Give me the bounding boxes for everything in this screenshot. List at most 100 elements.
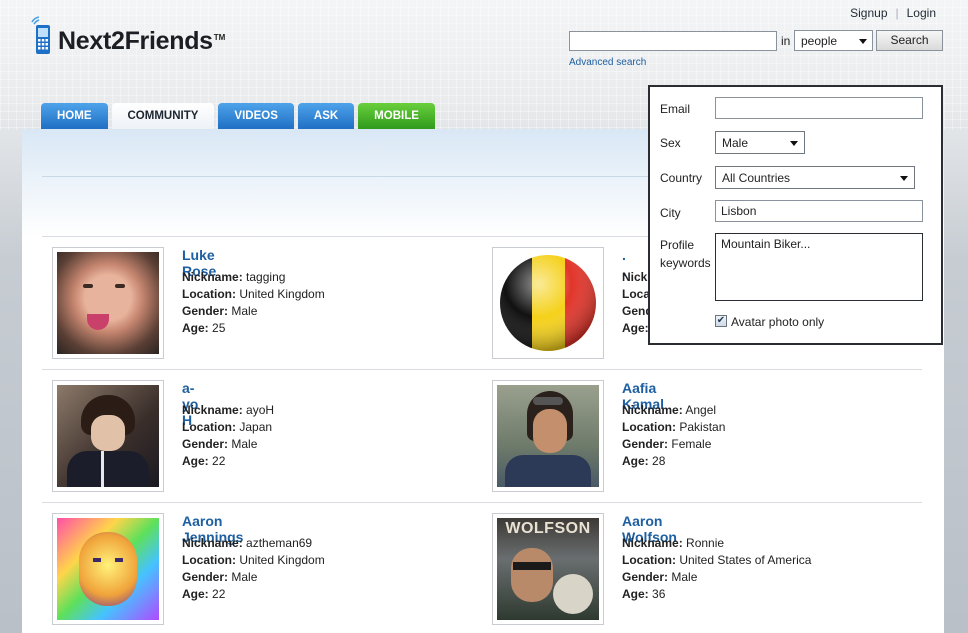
phone-logo-icon	[30, 16, 54, 56]
divider	[42, 502, 922, 503]
field-label: Nickname:	[182, 403, 243, 417]
member-avatar[interactable]	[492, 380, 604, 492]
field-label: Location:	[182, 420, 236, 434]
field-value: Ronnie	[686, 536, 725, 550]
member-location: Location: Japan	[182, 420, 272, 434]
email-label: Email	[660, 102, 691, 116]
field-label: Location:	[182, 287, 236, 301]
field-label: Nickname:	[622, 536, 683, 550]
field-value: 22	[212, 454, 226, 468]
member-avatar[interactable]: WOLFSON	[492, 513, 604, 625]
search-in-label: in	[781, 34, 791, 48]
field-value: Male	[231, 437, 258, 451]
avatar-only-label: Avatar photo only	[731, 315, 825, 329]
field-label: Gender:	[622, 570, 669, 584]
member-avatar[interactable]	[492, 247, 604, 359]
field-label: Location:	[622, 420, 676, 434]
keywords-textarea[interactable]: Mountain Biker...	[715, 233, 923, 301]
chevron-down-icon	[859, 39, 867, 44]
avatar-image	[57, 518, 159, 620]
member-location: Location: United Kingdom	[182, 553, 325, 567]
tab-home[interactable]: HOME	[41, 103, 108, 129]
account-links: Signup | Login	[850, 6, 936, 20]
link-divider: |	[895, 6, 899, 20]
field-label: Age:	[182, 321, 209, 335]
member-location: Location: United States of America	[622, 553, 811, 567]
avatar-image	[57, 385, 159, 487]
field-label: Nickname:	[622, 403, 683, 417]
field-label: Nickname:	[182, 270, 243, 284]
sex-value: Male	[722, 136, 749, 150]
login-link[interactable]: Login	[907, 6, 936, 20]
flag-badge-icon	[500, 255, 596, 351]
city-field[interactable]: Lisbon	[715, 200, 923, 222]
member-location: Location: Pakistan	[622, 420, 725, 434]
field-value: 36	[652, 587, 666, 601]
member-age: Age: 22	[182, 587, 225, 601]
field-value: ayoH	[246, 403, 275, 417]
sex-select[interactable]: Male	[715, 131, 805, 154]
member-nickname: Nickname: tagging	[182, 270, 285, 284]
site-logo[interactable]: Next2Friends TM	[30, 12, 225, 56]
advanced-search-popup: Email Sex Male Country All Countries Cit…	[648, 85, 943, 345]
signup-link[interactable]: Signup	[850, 6, 887, 20]
field-value: United Kingdom	[239, 553, 325, 567]
member-gender: Gender: Male	[182, 437, 257, 451]
member-nickname: Nickname: Angel	[622, 403, 716, 417]
search-button[interactable]: Search	[876, 30, 943, 51]
field-label: Age:	[622, 454, 649, 468]
country-label: Country	[660, 171, 703, 185]
member-age: Age: 25	[182, 321, 225, 335]
member-avatar[interactable]	[52, 513, 164, 625]
member-nickname: Nickname: Ronnie	[622, 536, 724, 550]
keywords-label: Profile	[660, 238, 695, 252]
search-scope-select[interactable]: people	[794, 30, 873, 51]
field-label: Gender:	[182, 437, 229, 451]
member-nickname: Nickname: aztheman69	[182, 536, 312, 550]
main-nav: HOME COMMUNITY VIDEOS ASK MOBILE	[41, 103, 435, 129]
avatar-image	[57, 252, 159, 354]
country-value: All Countries	[722, 171, 791, 185]
field-value: Female	[671, 437, 712, 451]
field-value: Pakistan	[679, 420, 726, 434]
field-label: Location:	[622, 553, 676, 567]
field-label: Nickname:	[182, 536, 243, 550]
chevron-down-icon	[790, 141, 798, 146]
field-value: tagging	[246, 270, 286, 284]
avatar-image	[497, 252, 599, 354]
member-avatar[interactable]	[52, 380, 164, 492]
divider	[42, 369, 922, 370]
field-label: Age:	[182, 587, 209, 601]
tab-ask[interactable]: ASK	[297, 103, 355, 129]
email-field[interactable]	[715, 97, 923, 119]
country-select[interactable]: All Countries	[715, 166, 915, 189]
sex-label: Sex	[660, 136, 681, 150]
field-label: Age:	[622, 321, 649, 335]
member-nickname: Nickname: ayoH	[182, 403, 274, 417]
keywords-label-line2: keywords	[660, 256, 711, 270]
field-value: United States of America	[679, 553, 812, 567]
member-gender: Gender: Male	[182, 570, 257, 584]
tab-mobile[interactable]: MOBILE	[358, 103, 435, 129]
advanced-search-link[interactable]: Advanced search	[569, 57, 646, 68]
field-value: 22	[212, 587, 226, 601]
avatar-image: WOLFSON	[497, 518, 599, 620]
field-value: 28	[652, 454, 666, 468]
city-label: City	[660, 206, 681, 220]
field-label: Age:	[622, 587, 649, 601]
field-value: 25	[212, 321, 226, 335]
search-scope-value: people	[801, 34, 838, 48]
member-gender: Gender: Male	[182, 304, 257, 318]
member-age: Age: 28	[622, 454, 665, 468]
tab-community[interactable]: COMMUNITY	[111, 103, 215, 129]
avatar-only-checkbox[interactable]: ✔	[715, 315, 727, 327]
field-value: Male	[231, 304, 258, 318]
tab-videos[interactable]: VIDEOS	[218, 103, 294, 129]
member-gender: Gender: Female	[622, 437, 711, 451]
member-avatar[interactable]	[52, 247, 164, 359]
chevron-down-icon	[900, 176, 908, 181]
field-value: United Kingdom	[239, 287, 325, 301]
search-input[interactable]	[569, 31, 777, 51]
brand-name: Next2Friends	[58, 27, 213, 55]
field-value: Angel	[685, 403, 717, 417]
